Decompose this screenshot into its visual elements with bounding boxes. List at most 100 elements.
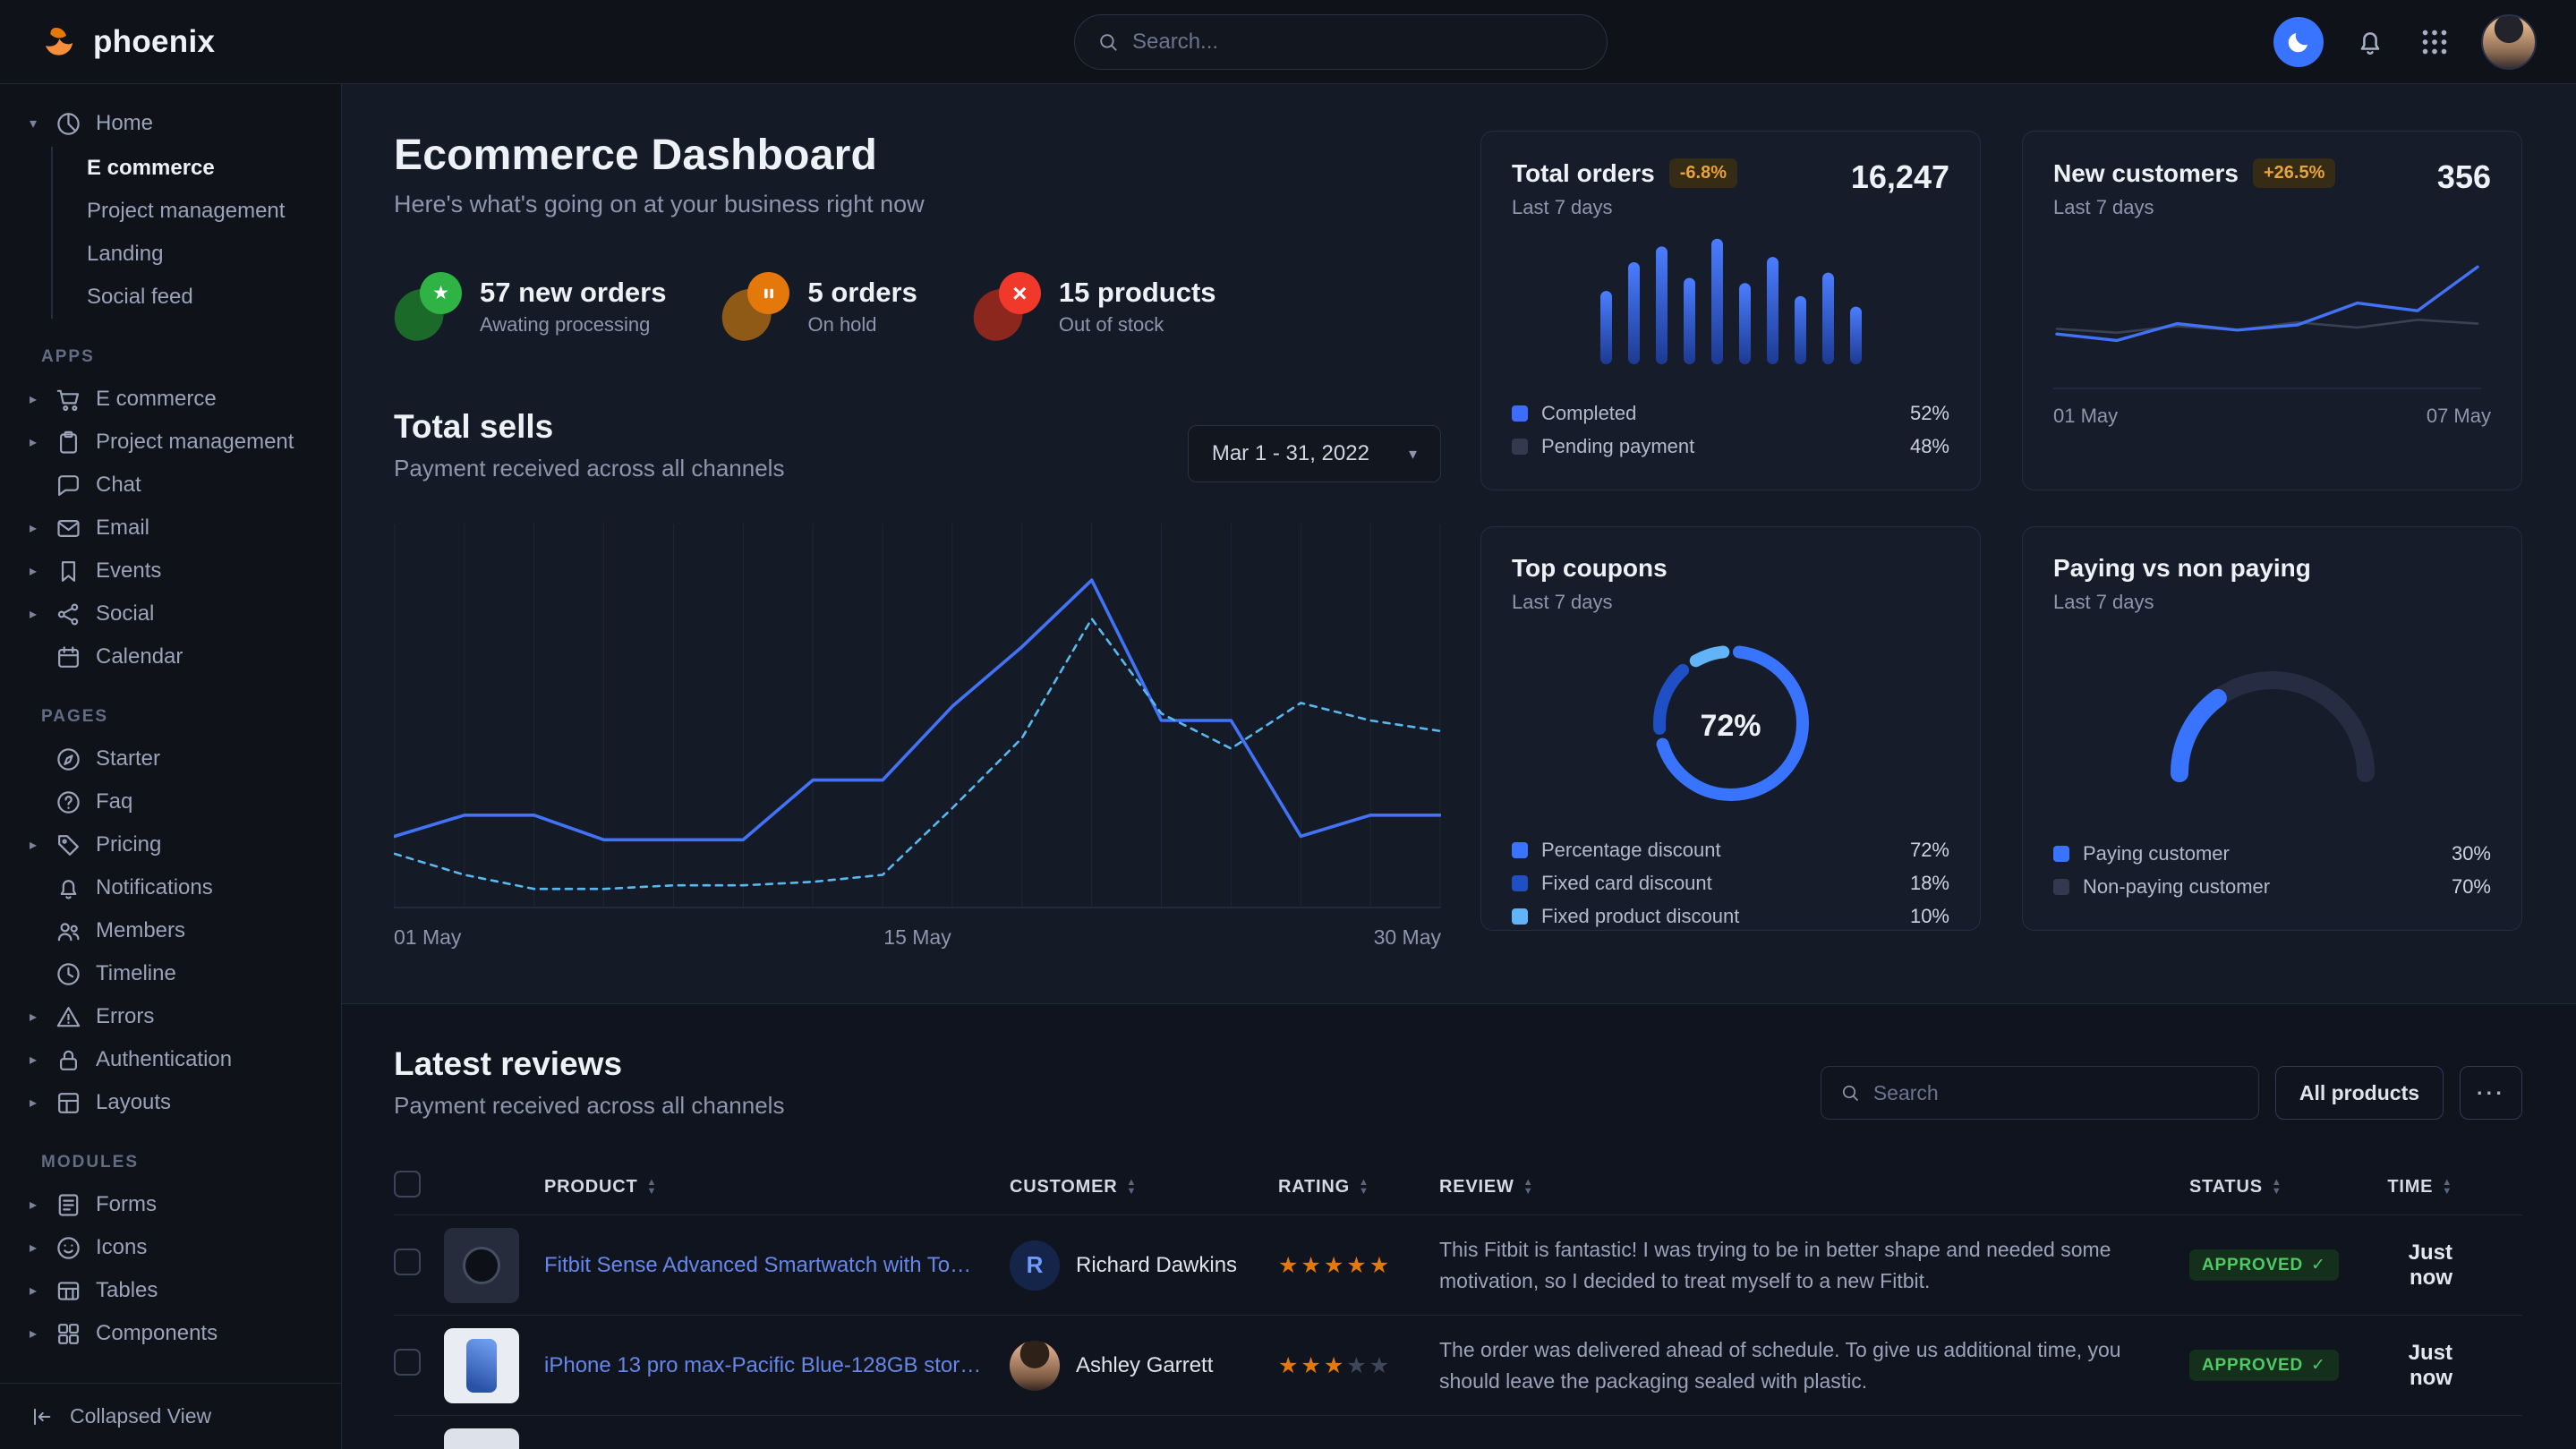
pause-icon	[721, 272, 789, 340]
reviews-search-input[interactable]	[1873, 1081, 2240, 1105]
sidebar-item-events[interactable]: ▸Events	[23, 550, 320, 592]
column-header-product[interactable]: PRODUCT▲▼	[544, 1177, 1010, 1198]
sidebar-item-label: Layouts	[96, 1090, 171, 1115]
coupons-legend: Percentage discount72%Fixed card discoun…	[1512, 833, 1949, 933]
customer-avatar: R	[1010, 1240, 1060, 1291]
top-coupons-card: Top coupons Last 7 days 72% Percentage d…	[1480, 526, 1981, 931]
column-header-review[interactable]: REVIEW▲▼	[1439, 1177, 2189, 1198]
notifications-button[interactable]	[2352, 24, 2388, 60]
check-icon: ✓	[2311, 1355, 2326, 1376]
table-row[interactable]	[394, 1415, 2522, 1449]
sidebar-item-project-management[interactable]: ▸Project management	[23, 421, 320, 464]
product-thumbnail	[444, 1228, 519, 1303]
x-axis-label: 07 May	[2427, 405, 2491, 428]
row-checkbox[interactable]	[394, 1349, 421, 1376]
layout-icon	[55, 1089, 82, 1117]
sort-icon: ▲▼	[1523, 1178, 1534, 1196]
sidebar-item-e-commerce[interactable]: ▸E commerce	[23, 378, 320, 421]
sidebar-item-label: Members	[96, 918, 185, 943]
sidebar-item-chat[interactable]: ▸Chat	[23, 464, 320, 507]
sidebar-item-calendar[interactable]: ▸Calendar	[23, 635, 320, 678]
more-options-button[interactable]: ···	[2460, 1066, 2522, 1120]
donut-center-value: 72%	[1642, 634, 1821, 819]
sidebar-subitem-e-commerce[interactable]: E commerce	[87, 147, 320, 190]
global-search[interactable]	[1074, 14, 1608, 70]
sidebar-item-home[interactable]: ▾Home	[23, 102, 320, 145]
caret-right-icon: ▸	[25, 605, 41, 623]
grid-icon	[2418, 26, 2451, 58]
all-products-button[interactable]: All products	[2275, 1066, 2444, 1120]
search-icon	[1839, 1082, 1861, 1104]
column-header-time[interactable]: TIME▲▼	[2379, 1177, 2522, 1198]
form-icon	[55, 1191, 82, 1219]
caret-right-icon: ▸	[25, 433, 41, 451]
brand-logo[interactable]: phoenix	[39, 22, 215, 62]
caret-right-icon: ▸	[25, 1282, 41, 1300]
sidebar-subitem-landing[interactable]: Landing	[87, 233, 320, 276]
apps-grid-button[interactable]	[2417, 24, 2452, 60]
legend-row: Completed52%	[1512, 396, 1949, 430]
caret-right-icon: ▸	[25, 1196, 41, 1214]
column-header-rating[interactable]: RATING▲▼	[1278, 1177, 1439, 1198]
sidebar-subitem-project-management[interactable]: Project management	[87, 190, 320, 233]
legend-value: 10%	[1910, 905, 1949, 928]
row-checkbox[interactable]	[394, 1249, 421, 1275]
sidebar-item-layouts[interactable]: ▸Layouts	[23, 1081, 320, 1124]
reviews-search[interactable]	[1821, 1066, 2259, 1120]
date-range-select[interactable]: Mar 1 - 31, 2022 ▾	[1188, 425, 1441, 482]
select-all-checkbox[interactable]	[394, 1171, 421, 1198]
sidebar-item-pricing[interactable]: ▸Pricing	[23, 823, 320, 866]
table-body: Fitbit Sense Advanced Smartwatch with To…	[394, 1215, 2522, 1449]
legend-swatch	[1512, 908, 1528, 925]
latest-reviews-title: Latest reviews	[394, 1045, 784, 1083]
table-row[interactable]: iPhone 13 pro max-Pacific Blue-128GB sto…	[394, 1315, 2522, 1415]
sidebar-item-label: Starter	[96, 746, 160, 771]
collapsed-view-toggle[interactable]: Collapsed View	[0, 1383, 341, 1449]
status-badge: APPROVED✓	[2189, 1249, 2339, 1281]
product-link[interactable]: Fitbit Sense Advanced Smartwatch with To…	[544, 1253, 1010, 1278]
share-icon	[55, 601, 82, 628]
caret-right-icon: ▸	[25, 519, 41, 537]
sidebar-item-icons[interactable]: ▸Icons	[23, 1226, 320, 1269]
product-link[interactable]: iPhone 13 pro max-Pacific Blue-128GB sto…	[544, 1353, 1010, 1378]
latest-reviews-subtitle: Payment received across all channels	[394, 1092, 784, 1120]
smile-icon	[55, 1234, 82, 1262]
topbar-actions	[2273, 14, 2537, 70]
sidebar-item-errors[interactable]: ▸Errors	[23, 995, 320, 1038]
legend-row: Paying customer30%	[2053, 837, 2491, 870]
sidebar-item-notifications[interactable]: ▸Notifications	[23, 866, 320, 909]
reviews-table: PRODUCT▲▼ CUSTOMER▲▼ RATING▲▼ REVIEW▲▼ S…	[394, 1159, 2522, 1449]
sidebar-item-components[interactable]: ▸Components	[23, 1312, 320, 1355]
sidebar-item-email[interactable]: ▸Email	[23, 507, 320, 550]
sidebar-item-tables[interactable]: ▸Tables	[23, 1269, 320, 1312]
sidebar-subitem-social-feed[interactable]: Social feed	[87, 276, 320, 319]
sidebar-item-faq[interactable]: ▸Faq	[23, 780, 320, 823]
legend-value: 52%	[1910, 402, 1949, 425]
sidebar-item-social[interactable]: ▸Social	[23, 592, 320, 635]
new-customers-value: 356	[2437, 158, 2491, 196]
table-row[interactable]: Fitbit Sense Advanced Smartwatch with To…	[394, 1215, 2522, 1315]
column-header-status[interactable]: STATUS▲▼	[2189, 1177, 2379, 1198]
sidebar-section-label: PAGES	[41, 707, 320, 727]
card-title: Total orders	[1512, 159, 1655, 188]
legend-swatch	[2053, 879, 2069, 895]
sidebar-item-starter[interactable]: ▸Starter	[23, 737, 320, 780]
theme-toggle-button[interactable]	[2273, 17, 2324, 67]
stat-label: On hold	[807, 313, 917, 337]
lock-icon	[55, 1046, 82, 1074]
user-avatar[interactable]	[2481, 14, 2537, 70]
x-axis-label: 15 May	[883, 925, 951, 950]
stat-label: Awating processing	[480, 313, 666, 337]
sidebar-item-timeline[interactable]: ▸Timeline	[23, 952, 320, 995]
column-header-customer[interactable]: CUSTOMER▲▼	[1010, 1177, 1278, 1198]
sidebar-item-members[interactable]: ▸Members	[23, 909, 320, 952]
brand-name: phoenix	[93, 24, 215, 60]
total-orders-value: 16,247	[1851, 158, 1949, 196]
sidebar-item-forms[interactable]: ▸Forms	[23, 1183, 320, 1226]
global-search-input[interactable]	[1132, 30, 1585, 55]
sidebar-item-authentication[interactable]: ▸Authentication	[23, 1038, 320, 1081]
new-customers-card: New customers +26.5% Last 7 days 356 01 …	[2022, 131, 2522, 490]
card-period: Last 7 days	[1512, 591, 1949, 614]
clock-icon	[55, 960, 82, 988]
phoenix-logo-icon	[39, 22, 79, 62]
